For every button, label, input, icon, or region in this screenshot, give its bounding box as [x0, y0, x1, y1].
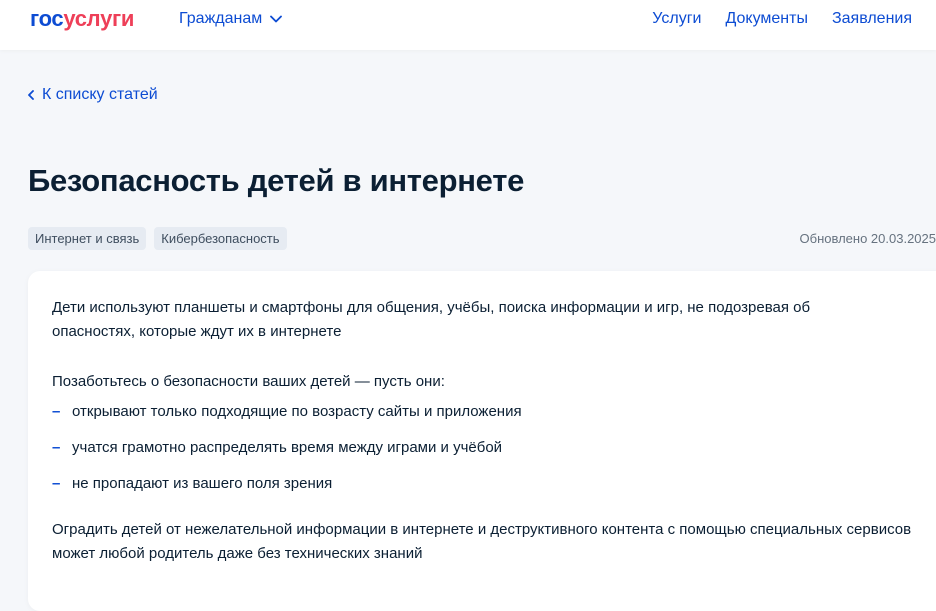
list-item-text: учатся грамотно распределять время между… [72, 439, 503, 456]
top-nav: Услуги Документы Заявления [652, 10, 912, 28]
updated-date: Обновлено 20.03.2025 [799, 231, 936, 246]
gosuslugi-logo[interactable]: госуслуги [30, 6, 134, 32]
list-item: – учатся грамотно распределять время межд… [52, 436, 922, 472]
article-lead: Позаботьтесь о безопасности ваших детей … [52, 373, 445, 390]
article-body: Дети используют планшеты и смартфоны для… [52, 296, 922, 566]
list-item: – не пропадают из вашего поля зрения [52, 472, 922, 508]
nav-link-services[interactable]: Услуги [652, 10, 701, 28]
back-link-label: К списку статей [42, 86, 158, 103]
logo-part-uslugi: услуги [63, 6, 135, 31]
audience-menu-label: Гражданам [179, 10, 263, 27]
logo-part-gos: гос [30, 6, 64, 31]
nav-link-documents[interactable]: Документы [725, 10, 807, 28]
list-item: – открывают только подходящие по возрасту… [52, 400, 922, 436]
article-tags: Интернет и связь Кибербезопасность [28, 227, 287, 250]
article-intro: Дети используют планшеты и смартфоны для… [52, 299, 811, 340]
nav-link-applications[interactable]: Заявления [832, 10, 912, 28]
tag-internet[interactable]: Интернет и связь [28, 227, 147, 250]
chevron-down-icon [270, 15, 283, 23]
article-bullet-list: – открывают только подходящие по возрасту… [52, 400, 922, 508]
bullet-marker: – [52, 439, 61, 456]
chevron-left-icon [28, 90, 34, 100]
article-outro: Оградить детей от нежелательной информац… [52, 521, 912, 562]
back-to-articles-link[interactable]: К списку статей [28, 86, 158, 104]
list-item-text: открывают только подходящие по возрасту … [72, 403, 522, 420]
bullet-marker: – [52, 403, 61, 420]
bullet-marker: – [52, 475, 61, 492]
page-title: Безопасность детей в интернете [28, 163, 525, 198]
tag-cybersecurity[interactable]: Кибербезопасность [154, 227, 287, 250]
audience-menu[interactable]: Гражданам [179, 10, 283, 28]
list-item-text: не пропадают из вашего поля зрения [72, 475, 333, 492]
site-header: госуслуги Гражданам Услуги Документы Зая… [0, 0, 936, 50]
